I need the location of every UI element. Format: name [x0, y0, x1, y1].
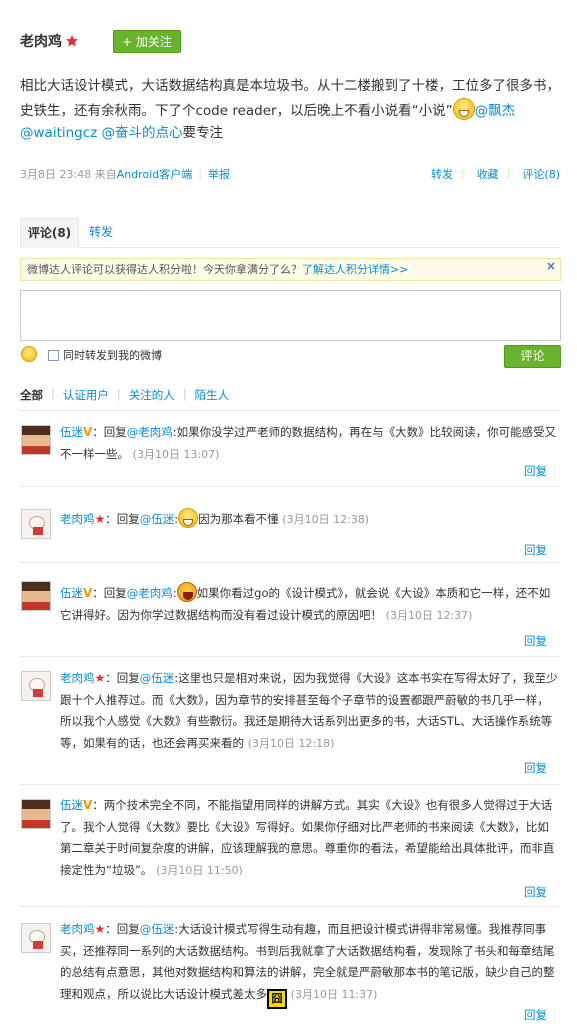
mention-link[interactable]: @奋斗的点心	[102, 125, 183, 141]
verified-v-icon: V	[83, 798, 93, 812]
repost-checkbox[interactable]	[48, 349, 59, 361]
comment-item: 老肉鸡★：回复@伍迷:这里也只是相对来说，因为我觉得《大设》这本书实在写得太好了…	[20, 657, 560, 785]
tab-comments[interactable]: 评论(8)	[20, 218, 79, 248]
profile-header: 老肉鸡	[20, 31, 79, 51]
star-badge-icon: ★	[94, 671, 106, 685]
reply-mention[interactable]: @老肉鸡	[127, 586, 173, 600]
comment-time: (3月10日 11:37)	[290, 987, 378, 1001]
submit-comment-button[interactable]: 评论	[504, 345, 561, 368]
favorite-link[interactable]: 收藏	[477, 166, 499, 182]
divider: |	[116, 387, 121, 401]
comment-item: 老肉鸡★：回复@伍迷:大话设计模式写得生动有趣，而且把设计模式讲得非常易懂。我推…	[20, 907, 560, 1027]
comment-author[interactable]: 伍迷	[60, 798, 83, 812]
comment-item: 老肉鸡★：回复@伍迷: 因为那本看不懂 (3月10日 12:38) 回复	[20, 487, 560, 563]
username[interactable]: 老肉鸡	[20, 31, 62, 51]
comment-input[interactable]	[20, 290, 561, 341]
avatar[interactable]	[21, 671, 51, 701]
divider: |	[198, 167, 202, 181]
close-icon[interactable]: ×	[546, 259, 556, 273]
emoticon-icon[interactable]	[21, 346, 37, 362]
source-prefix: 来自	[94, 168, 117, 181]
divider: |	[182, 387, 187, 401]
comment-body: 伍迷V：两个技术完全不同，不能指望用同样的讲解方式。其实《大设》也有很多人觉得过…	[60, 795, 560, 881]
star-badge-icon: ★	[94, 512, 106, 526]
comment-text: 两个技术完全不同，不能指望用同样的讲解方式。其实《大设》也有很多人觉得过于大话了…	[60, 798, 555, 877]
avatar[interactable]	[21, 923, 51, 953]
verified-v-icon: V	[83, 586, 93, 600]
post-time[interactable]: 3月8日 23:48	[20, 166, 91, 182]
comment-item: 伍迷V：回复@老肉鸡:如果你没学过严老师的数据结构，再在与《大数》比较阅读，你可…	[20, 411, 560, 487]
notice-link[interactable]: 了解达人积分详情>>	[302, 263, 408, 276]
mention-link[interactable]: @飘杰	[475, 103, 516, 119]
tab-reposts[interactable]: 转发	[89, 218, 113, 248]
comment-author[interactable]: 老肉鸡	[60, 512, 95, 526]
star-badge-icon: ★	[94, 922, 106, 936]
reply-link[interactable]: 回复	[524, 463, 547, 479]
filter-following[interactable]: 关注的人	[129, 387, 175, 410]
comment-tabs: 评论(8) 转发	[20, 218, 560, 248]
comment-body: 老肉鸡★：回复@伍迷:大话设计模式写得生动有趣，而且把设计模式讲得非常易懂。我推…	[60, 919, 560, 1009]
comment-time: (3月10日 12:37)	[385, 608, 473, 622]
grin-emoji-icon	[452, 97, 475, 120]
comment-list: 伍迷V：回复@老肉鸡:如果你没学过严老师的数据结构，再在与《大数》比较阅读，你可…	[20, 411, 560, 1027]
reply-link[interactable]: 回复	[524, 542, 547, 558]
avatar[interactable]	[21, 581, 51, 611]
report-link[interactable]: 举报	[208, 166, 230, 182]
verified-v-icon: V	[83, 425, 93, 439]
reply-link[interactable]: 回复	[524, 1007, 547, 1023]
jiong-emoji-icon: 囧	[267, 988, 287, 1009]
avatar[interactable]	[21, 509, 51, 539]
reply-link[interactable]: 回复	[524, 633, 547, 649]
comment-text: 因为那本看不懂	[198, 512, 279, 526]
reply-mention[interactable]: @老肉鸡	[127, 425, 173, 439]
follow-button[interactable]: + 加关注	[113, 30, 181, 53]
comment-body: 伍迷V：回复@老肉鸡: 如果你看过go的《设计模式》，就会说《大设》本质和它一样，…	[60, 582, 560, 626]
repost-checkbox-label[interactable]: 同时转发到我的微博	[63, 347, 162, 363]
comment-author[interactable]: 伍迷	[60, 586, 83, 600]
filter-all[interactable]: 全部	[20, 387, 43, 410]
comment-time: (3月10日 11:50)	[156, 863, 243, 877]
avatar[interactable]	[21, 425, 51, 455]
filter-verified[interactable]: 认证用户	[63, 387, 109, 410]
reply-mention[interactable]: @伍迷	[140, 512, 175, 526]
notice-text: 微博达人评论可以获得达人积分啦！今天你拿满分了么？	[27, 263, 302, 276]
post-text: 要专注	[182, 125, 224, 141]
divider: |	[460, 166, 465, 179]
comment-time: (3月10日 12:18)	[247, 736, 335, 750]
comment-author[interactable]: 伍迷	[60, 425, 83, 439]
repost-checkbox-row: 同时转发到我的微博	[48, 347, 162, 363]
comment-time: (3月10日 12:38)	[282, 513, 370, 526]
notice-banner: 微博达人评论可以获得达人积分啦！今天你拿满分了么？了解达人积分详情>> ×	[20, 258, 561, 281]
reply-link[interactable]: 回复	[524, 760, 547, 776]
comment-body: 老肉鸡★：回复@伍迷:这里也只是相对来说，因为我觉得《大设》这本书实在写得太好了…	[60, 668, 560, 754]
comment-author[interactable]: 老肉鸡	[60, 922, 95, 936]
comment-author[interactable]: 老肉鸡	[60, 671, 95, 685]
laugh-emoji-icon	[176, 582, 197, 602]
reply-mention[interactable]: @伍迷	[140, 922, 175, 936]
post-meta: 3月8日 23:48 来自 Android客户端 | 举报 转发 | 收藏 | 评…	[20, 166, 560, 182]
post-content: 相比大话设计模式，大话数据结构真是本垃圾书。从十二楼搬到了十楼，工位多了很多书，…	[20, 75, 560, 145]
comment-body: 伍迷V：回复@老肉鸡:如果你没学过严老师的数据结构，再在与《大数》比较阅读，你可…	[60, 422, 560, 465]
comment-item: 伍迷V：回复@老肉鸡: 如果你看过go的《设计模式》，就会说《大设》本质和它一样，…	[20, 563, 560, 657]
comment-item: 伍迷V：两个技术完全不同，不能指望用同样的讲解方式。其实《大设》也有很多人觉得过…	[20, 785, 560, 907]
mention-link[interactable]: @waitingcz	[20, 125, 97, 141]
repost-link[interactable]: 转发	[431, 166, 453, 182]
divider: |	[506, 166, 511, 179]
star-badge-icon	[65, 34, 79, 48]
filter-strangers[interactable]: 陌生人	[195, 387, 230, 410]
reply-mention[interactable]: @伍迷	[140, 671, 175, 685]
comment-time: (3月10日 13:07)	[132, 447, 220, 461]
grin-emoji-icon	[178, 508, 199, 528]
reply-link[interactable]: 回复	[524, 884, 547, 900]
comment-filters: 全部 | 认证用户 | 关注的人 | 陌生人	[20, 387, 560, 411]
source-link[interactable]: Android客户端	[117, 166, 193, 182]
comment-link[interactable]: 评论(8)	[522, 166, 560, 182]
avatar[interactable]	[21, 799, 51, 829]
comment-body: 老肉鸡★：回复@伍迷: 因为那本看不懂 (3月10日 12:38)	[60, 508, 560, 531]
divider: |	[51, 387, 55, 401]
